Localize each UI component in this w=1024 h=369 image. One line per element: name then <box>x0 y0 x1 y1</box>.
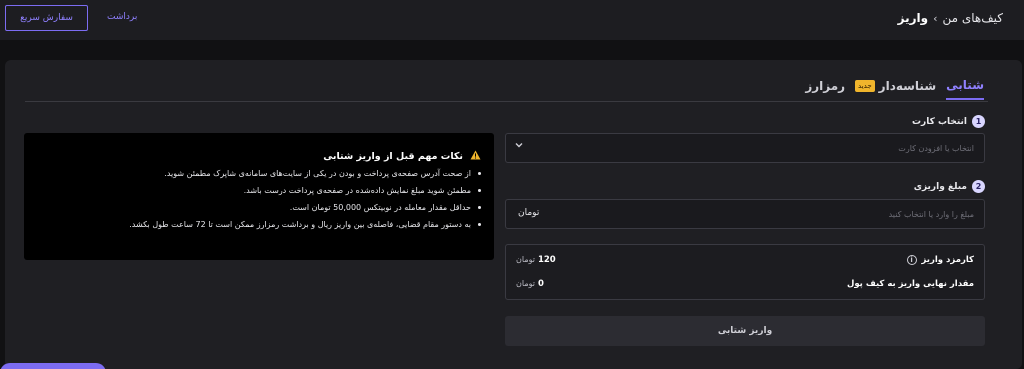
fee-currency: تومان <box>516 255 535 264</box>
important-notes: نکات مهم قبل از واریز شتابی از صحت آدرس … <box>24 133 494 260</box>
bullet-icon <box>478 172 481 175</box>
amount-input[interactable]: مبلغ را وارد یا انتخاب کنید تومان <box>505 199 985 229</box>
breadcrumb: کیف‌های من › واریز <box>898 11 1003 25</box>
notes-title: نکات مهم قبل از واریز شتابی <box>323 150 481 163</box>
bullet-icon <box>478 223 481 226</box>
amount-unit: تومان <box>518 208 540 218</box>
withdraw-link[interactable]: برداشت <box>107 12 137 22</box>
step-1-label: 1 انتخاب کارت <box>912 115 985 128</box>
fee-label-group: کارمزد واریز i <box>906 255 974 265</box>
tab-label: شتابی <box>946 78 984 92</box>
quick-order-button[interactable]: سفارش سریع <box>5 5 88 31</box>
support-chat-tab[interactable] <box>0 363 106 369</box>
warning-icon <box>470 150 481 163</box>
note-text: مطمئن شوید مبلغ نمایش داده‌شده در صفحه‌ی… <box>243 186 471 195</box>
tab-label: شناسه‌دار <box>878 79 937 93</box>
shetabi-deposit-button[interactable]: واریز شتابی <box>505 316 985 346</box>
note-text: حداقل مقدار معامله در نوبیتکس 50,000 توم… <box>289 203 471 212</box>
list-item: مطمئن شوید مبلغ نمایش داده‌شده در صفحه‌ی… <box>129 186 481 195</box>
bullet-icon <box>478 189 481 192</box>
new-badge: جدید <box>855 80 875 92</box>
list-item: از صحت آدرس صفحه‌ی پرداخت و بودن در یکی … <box>129 169 481 178</box>
final-value: 0 <box>537 279 544 289</box>
fee-label: کارمزد واریز <box>921 255 974 265</box>
page-title: واریز <box>897 11 929 25</box>
step-1-number: 1 <box>972 115 985 128</box>
chevron-down-icon[interactable] <box>514 140 524 153</box>
card-select[interactable]: انتخاب یا افزودن کارت <box>505 133 985 163</box>
final-label: مقدار نهایی واریز به کیف پول <box>846 279 974 289</box>
deposit-tabs: شتابی شناسه‌دار جدید رمزارز <box>805 78 984 100</box>
breadcrumb-chevron-icon: › <box>933 11 938 25</box>
list-item: به دستور مقام قضایی، فاصله‌ی بین واریز ر… <box>129 220 481 229</box>
deposit-summary: کارمزد واریز i تومان 120 مقدار نهایی وار… <box>505 244 985 300</box>
notes-title-text: نکات مهم قبل از واریز شتابی <box>323 151 463 162</box>
amount-label: مبلغ واریزی <box>913 181 967 192</box>
note-text: به دستور مقام قضایی، فاصله‌ی بین واریز ر… <box>129 220 471 229</box>
breadcrumb-my-wallets[interactable]: کیف‌های من <box>942 11 1003 25</box>
select-card-label: انتخاب کارت <box>911 116 967 127</box>
note-text: از صحت آدرس صفحه‌ی پرداخت و بودن در یکی … <box>164 169 471 178</box>
top-bar: سفارش سریع برداشت کیف‌های من › واریز <box>0 0 1024 40</box>
tab-identified[interactable]: شناسه‌دار جدید <box>855 79 936 99</box>
tab-label: رمزارز <box>805 79 846 93</box>
final-value-group: تومان 0 <box>516 279 544 289</box>
step-2-label: 2 مبلغ واریزی <box>914 180 985 193</box>
amount-placeholder: مبلغ را وارد یا انتخاب کنید <box>888 210 974 219</box>
bullet-icon <box>478 206 481 209</box>
info-icon[interactable]: i <box>906 255 917 265</box>
fee-value: 120 <box>537 255 556 265</box>
fee-value-group: تومان 120 <box>516 255 556 265</box>
list-item: حداقل مقدار معامله در نوبیتکس 50,000 توم… <box>129 203 481 212</box>
tab-shetabi[interactable]: شتابی <box>946 78 984 100</box>
fee-row: کارمزد واریز i تومان 120 <box>516 255 974 265</box>
tab-crypto[interactable]: رمزارز <box>805 79 845 99</box>
deposit-panel: شتابی شناسه‌دار جدید رمزارز 1 انتخاب کار… <box>5 60 1022 369</box>
card-select-placeholder: انتخاب یا افزودن کارت <box>898 144 974 153</box>
notes-list: از صحت آدرس صفحه‌ی پرداخت و بودن در یکی … <box>129 169 481 237</box>
final-currency: تومان <box>516 279 535 288</box>
tab-divider <box>25 101 988 102</box>
final-row: مقدار نهایی واریز به کیف پول تومان 0 <box>516 279 974 289</box>
step-2-number: 2 <box>972 180 985 193</box>
